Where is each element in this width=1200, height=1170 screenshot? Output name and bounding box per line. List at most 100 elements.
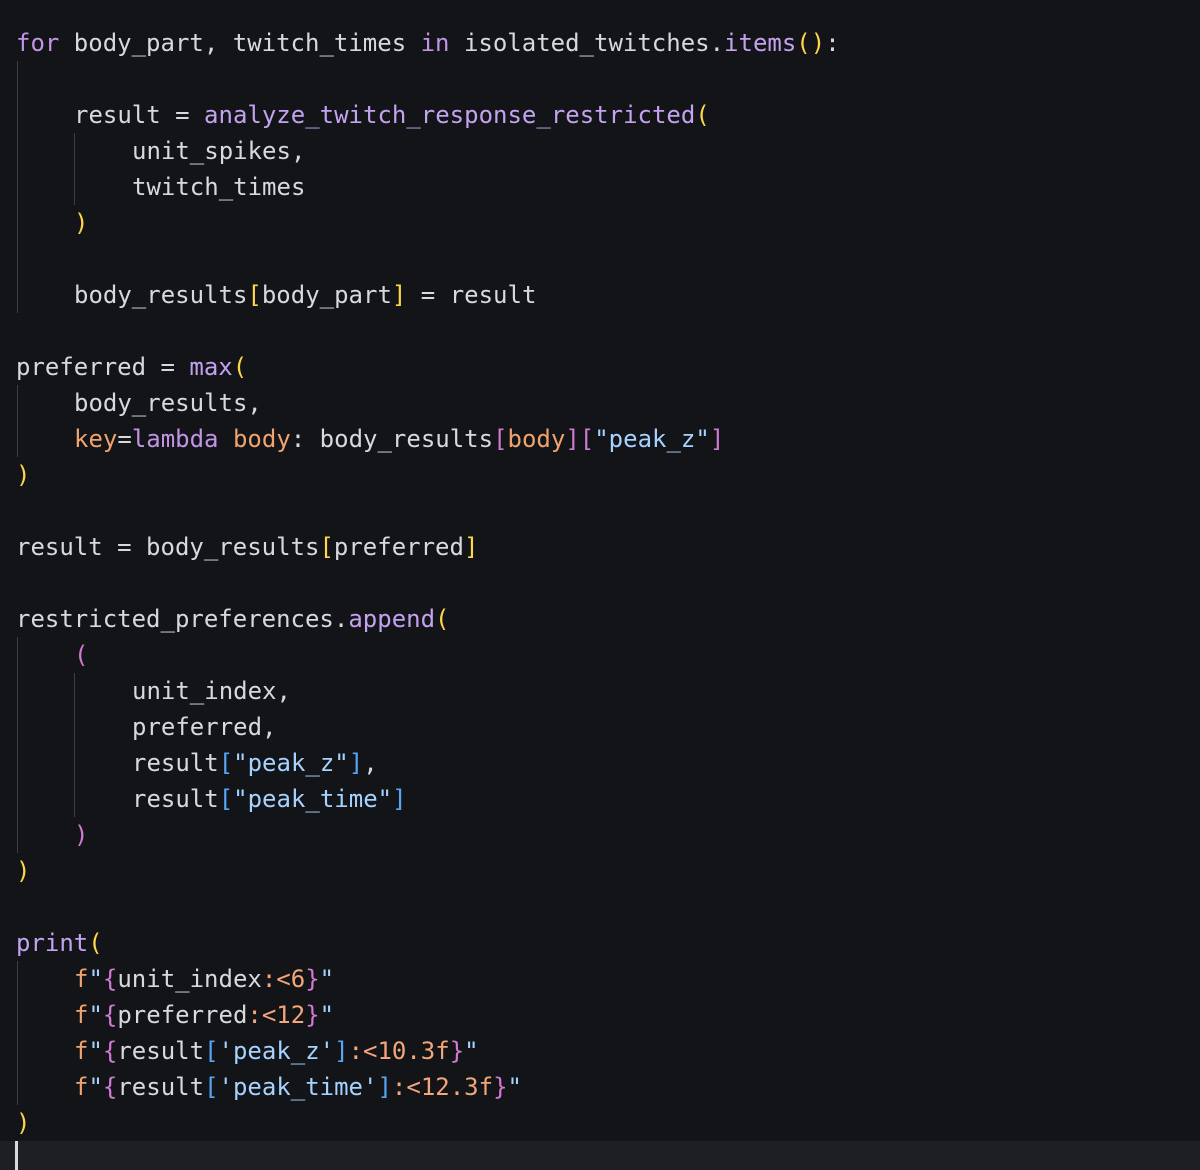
format-spec: :<12.3f [391,1073,494,1101]
code-line-6[interactable]: ) [74,205,88,241]
tuple-item: unit_index, [132,677,291,705]
code-line-24[interactable]: ) [16,853,30,889]
fstring-brace: } [305,965,320,993]
bracket: ] [348,749,364,777]
bracket: ( [796,29,811,57]
code-line-19[interactable]: unit_index, [132,673,291,709]
code-line-28[interactable]: f"{preferred:<12}" [74,997,334,1033]
subscript-key: body [507,425,566,453]
code-line-15[interactable]: result = body_results[preferred] [16,529,478,565]
bracket: ] [463,533,479,561]
bracket: ] [392,785,407,813]
string-literal: 'peak_z' [218,1037,335,1065]
indent-guide [17,637,18,853]
code-line-12[interactable]: key=lambda body: body_results[body]["pea… [74,421,724,457]
object-ref: body_results [319,425,494,453]
code-editor[interactable]: for body_part, twitch_times in isolated_… [0,0,1200,1170]
argument: body_results, [74,389,262,417]
subscript-key: body_part [261,281,392,309]
bracket: ( [435,605,450,633]
code-line-10[interactable]: preferred = max( [16,349,247,385]
bracket: [ [319,533,334,561]
bracket: ] [391,281,407,309]
string-quote: " [507,1073,522,1101]
bracket: [ [218,785,234,813]
assignment: result = body_results [16,533,320,561]
fstring-brace: } [493,1073,508,1101]
fstring-brace: { [102,965,118,993]
format-spec: :<6 [261,965,306,993]
code-line-3[interactable]: result = analyze_twitch_response_restric… [74,97,710,133]
indent-guide [17,961,18,1105]
indent-guide [74,133,75,205]
argument: unit_spikes, [132,137,306,165]
code-line-20[interactable]: preferred, [132,709,277,745]
method-name: append [348,605,436,633]
code-line-27[interactable]: f"{unit_index:<6}" [74,961,334,997]
object-ref: body_results [74,281,248,309]
code-line-31[interactable]: ) [16,1105,30,1141]
string-quote: " [464,1037,479,1065]
indent-guide [74,673,75,817]
lambda-arg: body [218,425,291,453]
colon: : [825,29,840,57]
code-line-23[interactable]: ) [74,817,88,853]
code-line-13[interactable]: ) [16,457,30,493]
code-line-11[interactable]: body_results, [74,385,262,421]
keyword-lambda: lambda [131,425,219,453]
code-line-18[interactable]: ( [74,637,88,673]
bracket: ) [74,821,89,849]
bracket: ] [334,1037,349,1065]
keyword-for: for [16,29,60,57]
fstring-brace: { [102,1073,118,1101]
keyword-in: in [420,29,450,57]
code-line-26[interactable]: print( [16,925,103,961]
colon: : [290,425,320,453]
object-ref: result [132,785,219,813]
bracket: ) [16,1109,31,1137]
current-line-highlight[interactable] [0,1141,1200,1170]
bracket: ) [810,29,826,57]
code-line-4[interactable]: unit_spikes, [132,133,305,169]
bracket: ) [16,461,31,489]
bracket: [ [579,425,595,453]
assignment-rhs: = result [406,281,537,309]
string-literal: "peak_time" [233,785,393,813]
fstring-expr: result [117,1037,205,1065]
assignment-lhs: result = [74,101,205,129]
format-spec: :<12 [247,1001,306,1029]
fstring-prefix: f [74,965,89,993]
assignment-lhs: preferred = [16,353,190,381]
string-quote: " [319,965,335,993]
function-call: print [16,929,89,957]
code-line-8[interactable]: body_results[body_part] = result [74,277,536,313]
bracket: ] [377,1073,392,1101]
fstring-brace: } [305,1001,320,1029]
string-quote: " [88,1001,103,1029]
fstring-brace: { [102,1001,118,1029]
fstring-expr: preferred [117,1001,248,1029]
fstring-prefix: f [74,1037,89,1065]
argument: twitch_times [132,173,306,201]
bracket: ( [232,353,248,381]
bracket: ( [695,101,710,129]
comma: , [363,749,378,777]
bracket: ) [16,857,31,885]
bracket: [ [204,1037,219,1065]
code-line-1[interactable]: for body_part, twitch_times in isolated_… [16,25,840,61]
code-line-29[interactable]: f"{result['peak_z']:<10.3f}" [74,1033,479,1069]
indent-guide [17,61,18,313]
bracket: [ [247,281,262,309]
parameter-name: key [74,425,118,453]
subscript-key: preferred [333,533,464,561]
code-line-22[interactable]: result["peak_time"] [132,781,407,817]
code-line-30[interactable]: f"{result['peak_time']:<12.3f}" [74,1069,522,1105]
fstring-expr: unit_index [117,965,262,993]
code-line-17[interactable]: restricted_preferences.append( [16,601,450,637]
bracket: [ [204,1073,219,1101]
object-ref: restricted_preferences. [16,605,349,633]
code-line-5[interactable]: twitch_times [132,169,305,205]
function-call: analyze_twitch_response_restricted [204,101,696,129]
code-line-21[interactable]: result["peak_z"], [132,745,378,781]
loop-vars: body_part, twitch_times [59,29,421,57]
